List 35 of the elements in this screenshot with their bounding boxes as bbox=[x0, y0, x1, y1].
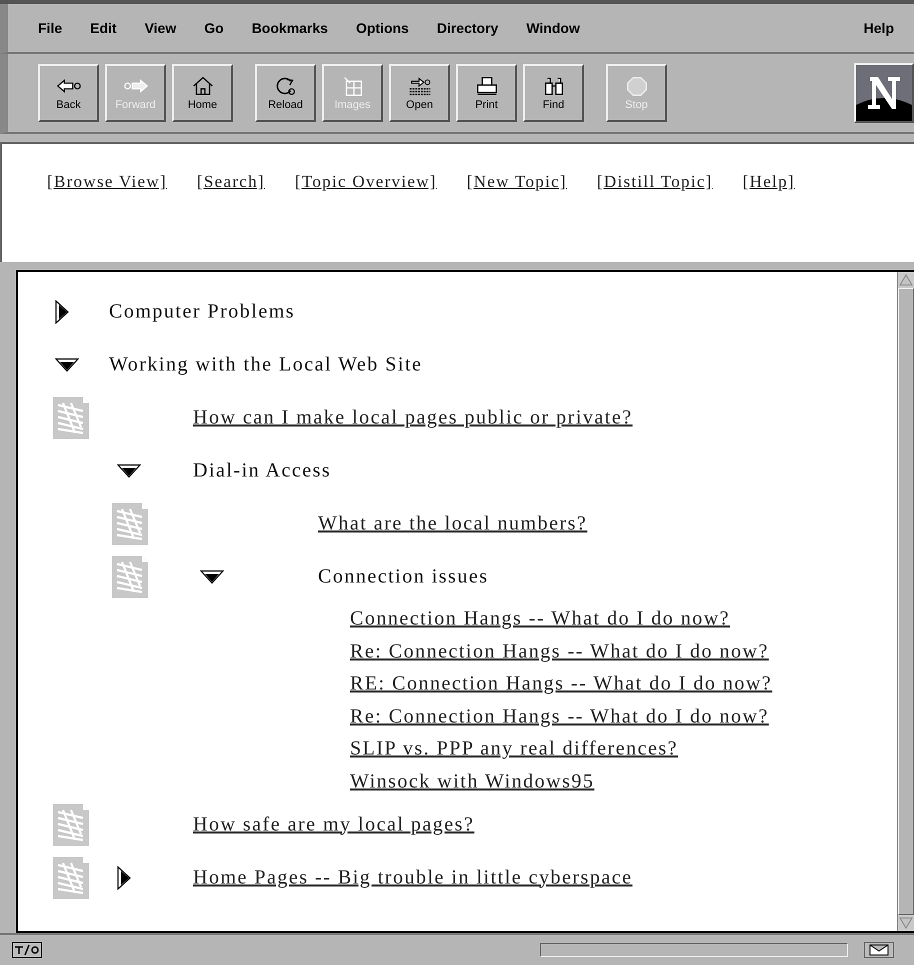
nav-link[interactable]: [Search] bbox=[196, 172, 265, 192]
menu-item[interactable]: Bookmarks bbox=[252, 20, 328, 36]
topic-title[interactable]: Dial-in Access bbox=[193, 459, 332, 482]
menu-item[interactable]: File bbox=[38, 20, 62, 36]
toolbar-button[interactable]: Print bbox=[456, 64, 517, 122]
topic-link[interactable]: How safe are my local pages? bbox=[193, 813, 474, 836]
topic-link[interactable]: Connection Hangs -- What do I do now? bbox=[350, 608, 730, 631]
nav-link[interactable]: [Browse View] bbox=[47, 172, 167, 192]
topic-link[interactable]: Re: Connection Hangs -- What do I do now? bbox=[350, 705, 769, 728]
topic-title[interactable]: Working with the Local Web Site bbox=[109, 353, 422, 376]
toolbar-button[interactable]: Back bbox=[38, 64, 99, 122]
topic-link[interactable]: Home Pages -- Big trouble in little cyberspace bbox=[193, 866, 632, 889]
topic-link[interactable]: SLIP vs. PPP any real differences? bbox=[350, 738, 678, 761]
toolbar-button[interactable]: Open bbox=[389, 64, 450, 122]
nav-link[interactable]: [New Topic] bbox=[466, 172, 567, 192]
topic-link[interactable]: Re: Connection Hangs -- What do I do now? bbox=[350, 640, 769, 664]
nav-link[interactable]: [Distill Topic] bbox=[596, 172, 713, 192]
topic-link[interactable]: RE: Connection Hangs -- What do I do now? bbox=[350, 672, 772, 696]
toolbar-button[interactable]: Home bbox=[172, 64, 233, 122]
menu-item[interactable]: Options bbox=[356, 20, 409, 36]
menu-item[interactable]: Directory bbox=[436, 20, 498, 36]
menu-item[interactable]: Edit bbox=[90, 20, 117, 36]
menu-item[interactable]: Window bbox=[526, 20, 580, 36]
topic-title[interactable]: Connection issues bbox=[318, 565, 488, 588]
menu-item[interactable]: Go bbox=[204, 20, 224, 36]
topic-link[interactable]: Winsock with Windows95 bbox=[350, 770, 594, 794]
topic-link[interactable]: What are the local numbers? bbox=[318, 512, 588, 535]
topic-link[interactable]: How can I make local pages public or private? bbox=[193, 406, 633, 429]
nav-link[interactable]: [Topic Overview] bbox=[294, 172, 437, 192]
menu-item[interactable]: Help bbox=[864, 20, 894, 36]
nav-link[interactable]: [Help] bbox=[742, 172, 795, 192]
topic-title[interactable]: Computer Problems bbox=[109, 300, 296, 323]
toolbar-button[interactable]: Reload bbox=[255, 64, 316, 122]
toolbar-button[interactable]: Find bbox=[523, 64, 584, 122]
menu-item[interactable]: View bbox=[144, 20, 176, 36]
